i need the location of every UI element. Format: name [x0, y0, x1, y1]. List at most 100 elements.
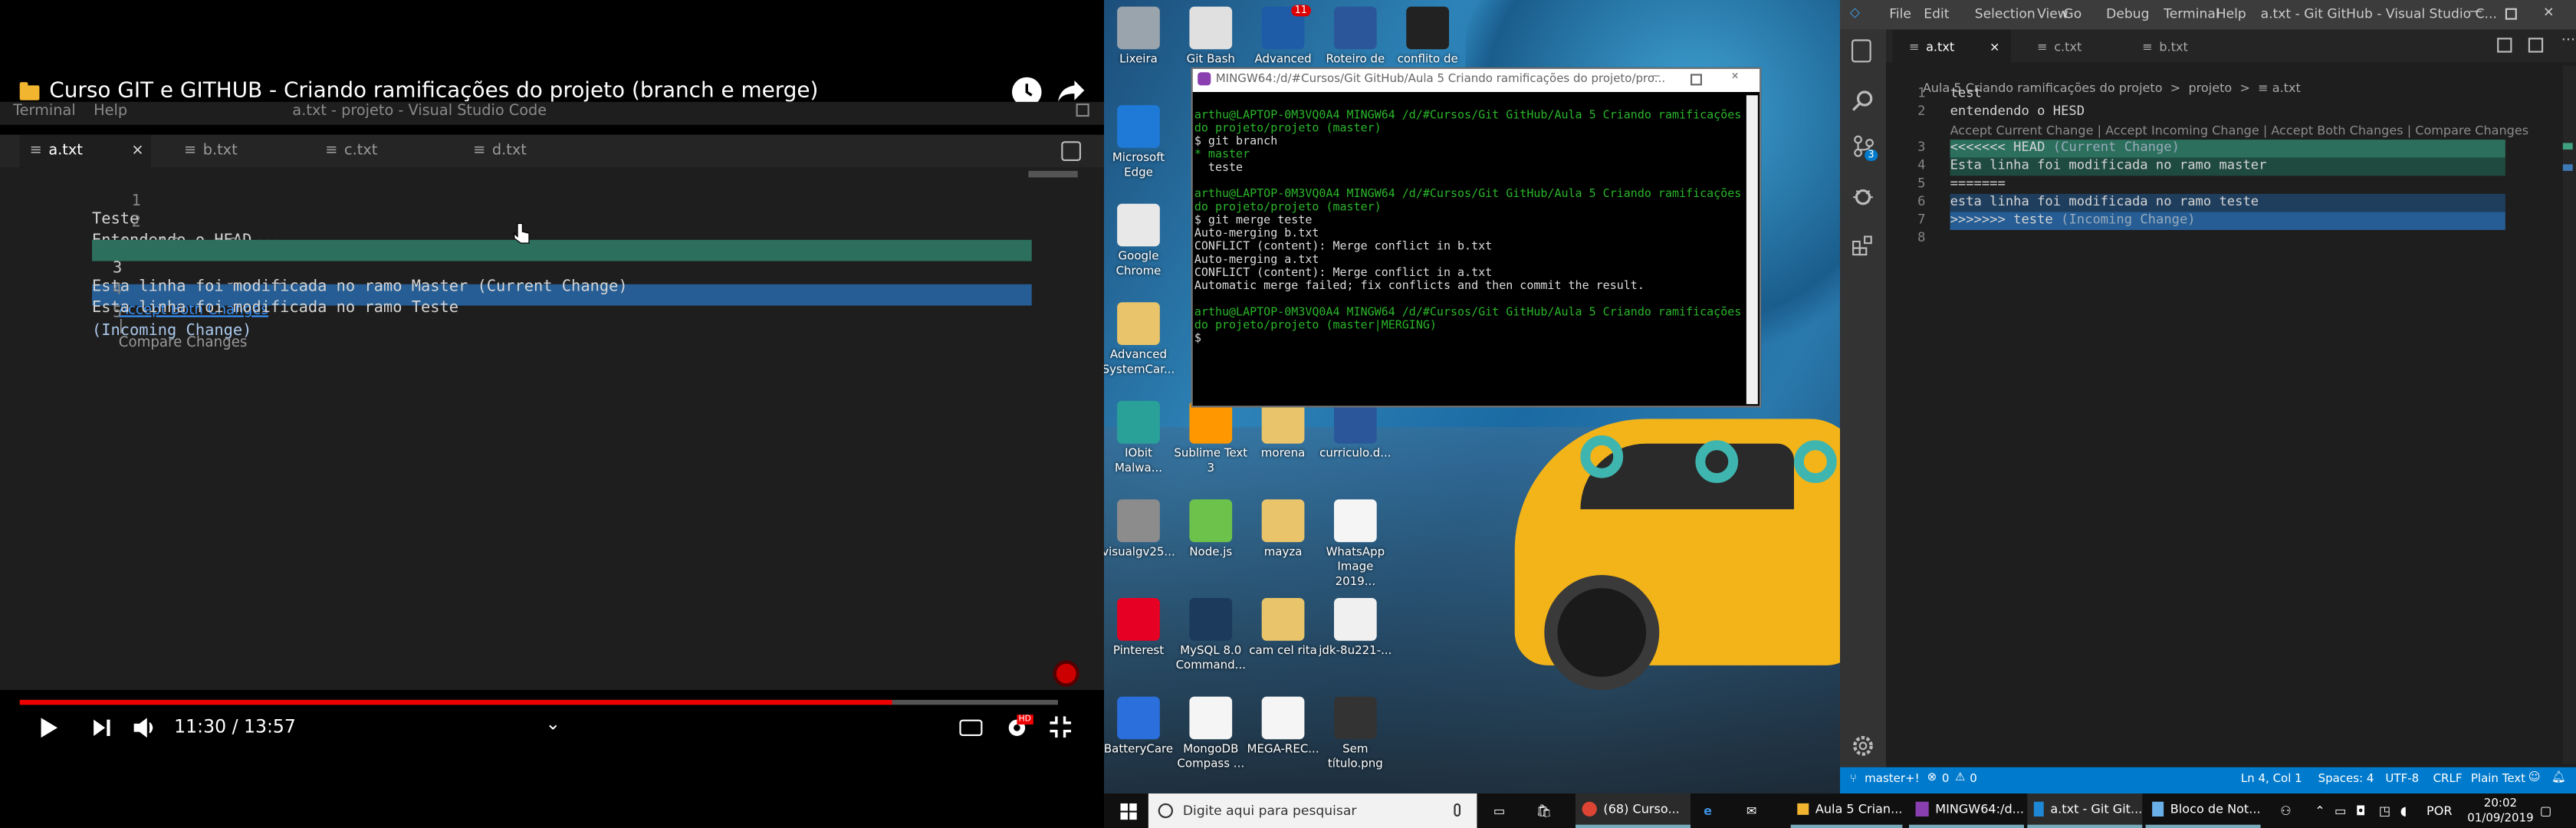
desktop-icon[interactable]: curriculo.d...: [1318, 400, 1394, 462]
desktop-icon[interactable]: Git Bash: [1173, 6, 1249, 67]
taskbar-app-explorer[interactable]: Aula 5 Crian...: [1790, 794, 1903, 828]
desktop-icon[interactable]: MEGA-REC...: [1245, 696, 1321, 757]
captions-icon[interactable]: [959, 719, 983, 736]
close-icon[interactable]: ×: [131, 143, 143, 159]
tab-d-txt[interactable]: ≡ d.txt: [463, 135, 594, 168]
taskbar-app-chrome[interactable]: (68) Curso...: [1576, 794, 1691, 828]
video-title[interactable]: Curso GIT e GITHUB - Criando ramificaçõe…: [49, 78, 818, 103]
smiley-icon[interactable]: ☺: [2528, 770, 2541, 784]
menu-help[interactable]: Help: [2216, 7, 2246, 21]
minimize-icon[interactable]: —: [1653, 69, 1660, 82]
tab-a-txt[interactable]: ≡ a.txt ×: [1892, 29, 2011, 63]
desktop-icon[interactable]: cam cel rita: [1245, 598, 1321, 659]
desktop-icon[interactable]: Sem título.png: [1318, 696, 1394, 773]
vscode-window[interactable]: ◇ File Edit Selection View Go Debug Terminal He…: [1840, 0, 2576, 794]
warning-icon[interactable]: ⚠: [1955, 770, 1965, 784]
menu-go[interactable]: Go: [2063, 7, 2082, 21]
battery-icon[interactable]: ▭: [2334, 794, 2346, 828]
desktop-icon[interactable]: Node.js: [1173, 499, 1249, 560]
desktop-icon[interactable]: Advanced SystemCar...: [1104, 302, 1176, 378]
task-view-icon[interactable]: ▭: [1493, 794, 1505, 828]
scrollbar[interactable]: [1746, 95, 1758, 405]
desktop-icon[interactable]: Lixeira: [1104, 6, 1176, 67]
close-icon[interactable]: ×: [1990, 38, 1999, 53]
language-mode[interactable]: Plain Text: [2471, 772, 2525, 785]
share-icon[interactable]: [1055, 76, 1088, 106]
indentation[interactable]: Spaces: 4: [2318, 772, 2374, 785]
desktop-icon[interactable]: conflito de: [1390, 6, 1466, 67]
desktop-icon[interactable]: Advanced: [1245, 6, 1321, 67]
menu-edit[interactable]: Edit: [1924, 7, 1949, 21]
compare-icon[interactable]: [2497, 38, 2512, 53]
play-icon[interactable]: [39, 716, 59, 744]
desktop-icon[interactable]: jdk-8u221-...: [1318, 598, 1394, 659]
video-player[interactable]: Curso GIT e GITHUB - Criando ramificaçõe…: [0, 0, 1104, 794]
line-ending[interactable]: CRLF: [2433, 772, 2463, 785]
clock[interactable]: 20:02 01/09/2019: [2467, 794, 2533, 828]
encoding[interactable]: UTF-8: [2385, 772, 2419, 785]
bell-icon[interactable]: 🔔︎: [2551, 770, 2566, 784]
desktop-icon[interactable]: MySQL 8.0 Command...: [1173, 598, 1249, 674]
desktop-icon[interactable]: Roteiro de: [1318, 6, 1394, 67]
manage-gear-icon[interactable]: [1852, 733, 1875, 764]
maximize-icon[interactable]: [2505, 8, 2517, 20]
minimize-icon[interactable]: —: [2469, 3, 2482, 18]
menu-terminal[interactable]: Terminal: [2164, 7, 2219, 21]
close-icon[interactable]: ✕: [1732, 69, 1739, 82]
codelens-actions[interactable]: Accept Current Change | Accept Incoming …: [1950, 123, 2529, 138]
menu-selection[interactable]: Selection: [1975, 7, 2036, 21]
debug-icon[interactable]: [1852, 182, 1875, 214]
maximize-icon[interactable]: [1691, 74, 1702, 86]
terminal-window[interactable]: MINGW64:/d/#Cursos/Git GitHub/Aula 5 Cri…: [1191, 67, 1762, 408]
taskbar-app-vscode[interactable]: a.txt - Git Git...: [2027, 794, 2143, 828]
tab-c-txt[interactable]: ≡ c.txt: [315, 135, 446, 168]
desktop-icon[interactable]: BatteryCare: [1104, 696, 1176, 757]
edge-icon[interactable]: e: [1704, 794, 1712, 828]
extensions-icon[interactable]: [1852, 232, 1875, 263]
language-indicator[interactable]: POR: [2426, 794, 2453, 828]
chevron-down-icon[interactable]: ⌄: [545, 713, 560, 734]
more-actions-icon[interactable]: ···: [2561, 33, 2575, 49]
desktop-icon[interactable]: mayza: [1245, 499, 1321, 560]
restore-icon[interactable]: [1076, 104, 1089, 117]
microphone-icon[interactable]: [1454, 803, 1460, 816]
next-icon[interactable]: [92, 718, 112, 742]
menu-terminal[interactable]: Terminal: [13, 104, 76, 120]
branch-status[interactable]: master+!: [1865, 772, 1919, 785]
desktop-icon[interactable]: Sublime Text 3: [1173, 400, 1249, 477]
terminal-title-bar[interactable]: MINGW64:/d/#Cursos/Git GitHub/Aula 5 Cri…: [1192, 69, 1760, 92]
menu-debug[interactable]: Debug: [2106, 7, 2149, 21]
search-icon[interactable]: [1852, 87, 1875, 119]
menu-file[interactable]: File: [1889, 7, 1911, 21]
taskbar-search-box[interactable]: Digite aqui para pesquisar: [1148, 794, 1477, 828]
explorer-icon[interactable]: [1852, 39, 1871, 63]
volume-icon[interactable]: [133, 716, 158, 744]
desktop-icon[interactable]: IObit Malwa...: [1104, 400, 1176, 477]
taskbar-app-mingw[interactable]: MINGW64:/d...: [1909, 794, 2024, 828]
tab-c-txt[interactable]: ≡ c.txt: [2021, 30, 2126, 63]
breadcrumb-file[interactable]: a.txt: [2272, 80, 2301, 95]
tray-chevron-icon[interactable]: ⌃: [2315, 794, 2325, 828]
cursor-position[interactable]: Ln 4, Col 1: [2241, 772, 2302, 785]
people-icon[interactable]: ⚇: [2280, 794, 2291, 828]
menu-help[interactable]: Help: [94, 104, 127, 120]
tray-app-icon[interactable]: ◘: [2356, 794, 2366, 828]
desktop-icon[interactable]: Microsoft Edge: [1104, 105, 1176, 181]
branch-icon[interactable]: ⑂: [1850, 772, 1857, 785]
error-icon[interactable]: ⊗: [1927, 770, 1937, 784]
notification-icon[interactable]: ▢: [2540, 794, 2551, 828]
mail-icon[interactable]: ✉: [1746, 794, 1756, 828]
windows-start-icon[interactable]: [1120, 794, 1137, 828]
desktop-icon[interactable]: Pinterest: [1104, 598, 1176, 659]
tab-a-txt[interactable]: ≡ a.txt ×: [19, 134, 152, 168]
store-icon[interactable]: 🛍︎: [1536, 794, 1552, 828]
desktop-icon[interactable]: WhatsApp Image 2019...: [1318, 499, 1394, 590]
close-icon[interactable]: ✕: [2543, 5, 2554, 19]
desktop-icon[interactable]: visualgv25...: [1104, 499, 1176, 560]
desktop-icon[interactable]: MongoDB Compass ...: [1173, 696, 1249, 773]
split-editor-icon[interactable]: [2528, 38, 2544, 53]
desktop-icon[interactable]: Google Chrome: [1104, 203, 1176, 280]
taskbar-app-notepad[interactable]: Bloco de Not...: [2145, 794, 2261, 828]
desktop-icon[interactable]: morena: [1245, 400, 1321, 462]
desktop[interactable]: Lixeira Git Bash Advanced Roteiro de conflit…: [1104, 0, 1840, 794]
